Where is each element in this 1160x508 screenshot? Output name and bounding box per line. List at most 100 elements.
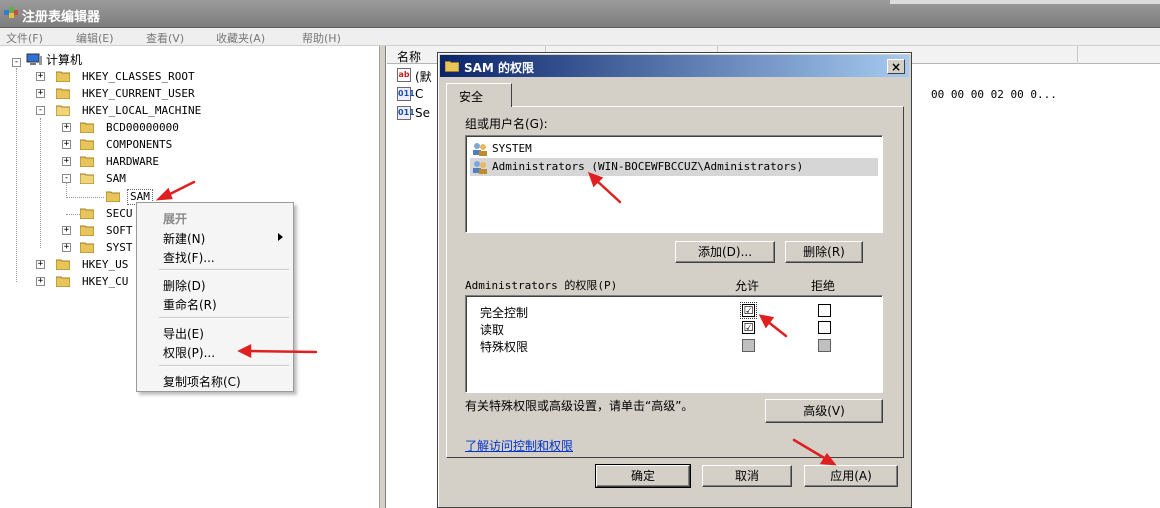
learn-access-control-link[interactable]: 了解访问控制和权限 — [465, 437, 573, 454]
folder-icon — [56, 88, 70, 99]
menu-separator — [159, 365, 289, 367]
tree-node-hkcr[interactable]: HKEY_CLASSES_ROOT — [82, 70, 195, 84]
tree-node-hardware[interactable]: HARDWARE — [106, 155, 159, 169]
menu-view[interactable]: 查看(V) — [146, 30, 184, 46]
expand-icon[interactable]: + — [62, 226, 71, 235]
column-separator[interactable] — [1077, 46, 1078, 64]
folder-icon — [80, 225, 94, 236]
permissions-list: 完全控制 ☑ 读取 ☑ 特殊权限 — [465, 295, 883, 393]
users-list[interactable]: SYSTEM Administrators (WIN-BOCEWFBCCUZ\A… — [465, 135, 883, 233]
deny-special-checkbox — [818, 339, 831, 352]
perm-full-control: 完全控制 — [480, 306, 529, 320]
user-row-administrators[interactable]: Administrators (WIN-BOCEWFBCCUZ\Administ… — [470, 158, 878, 176]
menu-item-expand[interactable]: 展开 — [163, 210, 187, 227]
folder-icon — [80, 242, 94, 253]
menu-edit[interactable]: 编辑(E) — [76, 30, 114, 46]
tree-node-hkcc[interactable]: HKEY_CU — [82, 275, 128, 289]
menu-favorites[interactable]: 收藏夹(A) — [216, 30, 265, 46]
permissions-dialog: SAM 的权限 × 安全 组或用户名(G): SYSTEM Administra… — [437, 52, 912, 508]
column-name[interactable]: 名称 — [397, 48, 421, 65]
tree-node-security[interactable]: SECU — [106, 207, 133, 221]
user-group-icon — [473, 143, 487, 156]
tab-security[interactable]: 安全 — [446, 83, 512, 107]
menu-separator — [159, 317, 289, 319]
folder-icon — [80, 122, 94, 133]
tree-node-components[interactable]: COMPONENTS — [106, 138, 172, 152]
menu-help[interactable]: 帮助(H) — [302, 30, 341, 46]
collapse-icon[interactable]: - — [62, 174, 71, 183]
groups-label: 组或用户名(G): — [465, 117, 548, 131]
value-row-c[interactable]: C — [415, 87, 423, 101]
deny-header: 拒绝 — [811, 279, 836, 293]
value-row-default[interactable]: (默 — [415, 68, 432, 85]
folder-icon — [56, 276, 70, 287]
tree-node-hku[interactable]: HKEY_US — [82, 258, 128, 272]
advanced-note: 有关特殊权限或高级设置，请单击“高级”。 — [465, 399, 694, 413]
allow-read-checkbox[interactable]: ☑ — [742, 321, 755, 334]
tree-guide — [66, 197, 104, 198]
value-row-se[interactable]: Se — [415, 106, 430, 120]
menu-file[interactable]: 文件(F) — [6, 30, 43, 46]
menu-bar: 文件(F) 编辑(E) 查看(V) 收藏夹(A) 帮助(H) — [0, 28, 1160, 46]
collapse-icon[interactable]: - — [36, 106, 45, 115]
collapse-icon[interactable]: - — [12, 58, 21, 67]
expand-icon[interactable]: + — [36, 260, 45, 269]
deny-full-control-checkbox[interactable] — [818, 304, 831, 317]
tab-security-label: 安全 — [459, 90, 484, 104]
folder-icon — [80, 208, 94, 219]
user-name: SYSTEM — [492, 142, 532, 155]
tree-node-bcd[interactable]: BCD00000000 — [106, 121, 179, 135]
allow-header: 允许 — [735, 279, 760, 293]
expand-icon[interactable]: + — [62, 243, 71, 252]
tree-root-computer[interactable]: 计算机 — [46, 53, 82, 67]
submenu-arrow-icon — [278, 233, 283, 241]
menu-item-delete[interactable]: 删除(D) — [163, 277, 206, 294]
menu-item-export[interactable]: 导出(E) — [163, 325, 204, 342]
tree-guide — [16, 68, 17, 282]
menu-separator — [159, 269, 289, 271]
close-button[interactable]: × — [887, 59, 905, 74]
security-panel: 组或用户名(G): SYSTEM Administrators (WIN-BOC… — [446, 106, 904, 458]
cancel-button[interactable]: 取消 — [702, 465, 792, 487]
menu-item-find[interactable]: 查找(F)... — [163, 249, 215, 266]
menu-item-copy-key-name[interactable]: 复制项名称(C) — [163, 373, 241, 390]
add-button[interactable]: 添加(D)... — [675, 241, 775, 263]
deny-read-checkbox[interactable] — [818, 321, 831, 334]
expand-icon[interactable]: + — [36, 277, 45, 286]
expand-icon[interactable]: + — [62, 123, 71, 132]
remove-button[interactable]: 删除(R) — [785, 241, 863, 263]
user-row-system[interactable]: SYSTEM — [470, 140, 878, 158]
tree-node-sam[interactable]: SAM — [106, 172, 126, 186]
expand-icon[interactable]: + — [36, 89, 45, 98]
window-title: 注册表编辑器 — [22, 10, 101, 25]
apply-button[interactable]: 应用(A) — [804, 465, 898, 487]
tree-node-system[interactable]: SYST — [106, 241, 133, 255]
menu-item-rename[interactable]: 重命名(R) — [163, 296, 217, 313]
allow-full-control-checkbox[interactable]: ☑ — [740, 302, 757, 319]
folder-icon — [106, 191, 120, 202]
folder-open-icon — [56, 105, 70, 116]
folder-icon — [80, 139, 94, 150]
tree-node-hkcu[interactable]: HKEY_CURRENT_USER — [82, 87, 195, 101]
expand-icon[interactable]: + — [62, 157, 71, 166]
dialog-title: SAM 的权限 — [464, 61, 535, 75]
expand-icon[interactable]: + — [36, 72, 45, 81]
tree-guide — [66, 182, 67, 198]
menu-item-new[interactable]: 新建(N) — [163, 230, 205, 247]
window-titlebar: 注册表编辑器 — [0, 0, 1160, 28]
expand-icon[interactable]: + — [62, 140, 71, 149]
tree-node-software[interactable]: SOFT — [106, 224, 133, 238]
tree-guide — [40, 118, 41, 248]
menu-item-permissions[interactable]: 权限(P)... — [163, 344, 215, 361]
permissions-label: Administrators 的权限(P) — [465, 279, 618, 292]
value-data: 00 00 00 02 00 0... — [931, 88, 1057, 101]
advanced-button[interactable]: 高级(V) — [765, 399, 883, 423]
pane-splitter[interactable] — [380, 46, 386, 508]
tree-node-hklm[interactable]: HKEY_LOCAL_MACHINE — [82, 104, 201, 118]
folder-icon — [445, 61, 459, 72]
perm-special: 特殊权限 — [480, 340, 529, 354]
ok-button[interactable]: 确定 — [595, 464, 691, 488]
dialog-titlebar[interactable]: SAM 的权限 × — [440, 55, 909, 77]
tree-guide — [66, 214, 80, 215]
user-name: Administrators (WIN-BOCEWFBCCUZ\Administ… — [492, 160, 804, 173]
